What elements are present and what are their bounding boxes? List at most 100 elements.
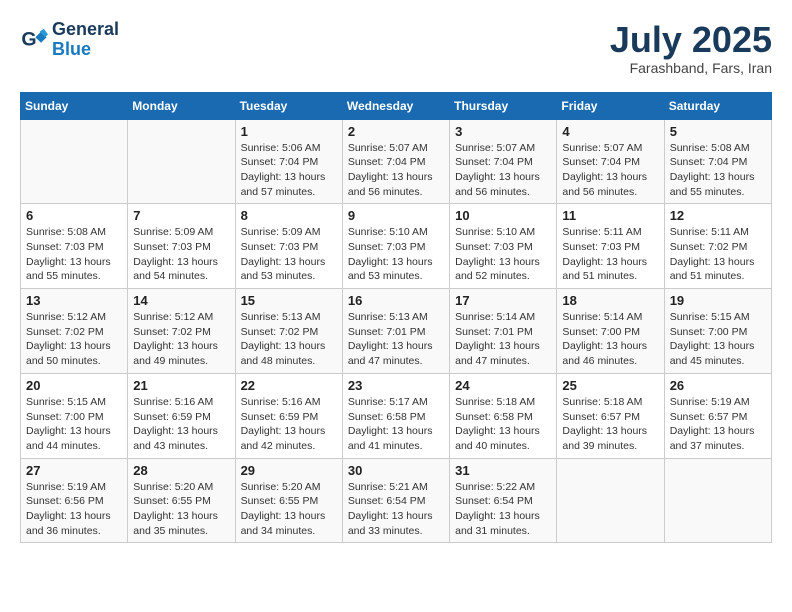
day-number: 30 (348, 463, 444, 478)
day-info: Sunrise: 5:17 AM Sunset: 6:58 PM Dayligh… (348, 395, 444, 454)
day-number: 7 (133, 208, 229, 223)
logo-icon: G (20, 26, 48, 54)
day-info: Sunrise: 5:19 AM Sunset: 6:56 PM Dayligh… (26, 480, 122, 539)
day-number: 29 (241, 463, 337, 478)
day-number: 15 (241, 293, 337, 308)
calendar-cell: 16 Sunrise: 5:13 AM Sunset: 7:01 PM Dayli… (342, 289, 449, 374)
day-number: 22 (241, 378, 337, 393)
day-info: Sunrise: 5:10 AM Sunset: 7:03 PM Dayligh… (455, 225, 551, 284)
day-info: Sunrise: 5:08 AM Sunset: 7:03 PM Dayligh… (26, 225, 122, 284)
calendar-cell (557, 458, 664, 543)
day-info: Sunrise: 5:12 AM Sunset: 7:02 PM Dayligh… (26, 310, 122, 369)
day-info: Sunrise: 5:13 AM Sunset: 7:02 PM Dayligh… (241, 310, 337, 369)
week-row-1: 1Sunrise: 5:06 AM Sunset: 7:04 PM Daylig… (21, 119, 772, 204)
calendar-cell: 1Sunrise: 5:06 AM Sunset: 7:04 PM Daylig… (235, 119, 342, 204)
logo-blue: Blue (52, 39, 91, 59)
day-info: Sunrise: 5:19 AM Sunset: 6:57 PM Dayligh… (670, 395, 766, 454)
day-number: 23 (348, 378, 444, 393)
calendar-cell: 30 Sunrise: 5:21 AM Sunset: 6:54 PM Dayli… (342, 458, 449, 543)
day-info: Sunrise: 5:22 AM Sunset: 6:54 PM Dayligh… (455, 480, 551, 539)
svg-text:G: G (21, 28, 36, 50)
page-header: G General Blue July 2025 Farashband, Far… (20, 20, 772, 76)
day-number: 26 (670, 378, 766, 393)
calendar-cell: 20 Sunrise: 5:15 AM Sunset: 7:00 PM Dayli… (21, 373, 128, 458)
calendar-cell: 24 Sunrise: 5:18 AM Sunset: 6:58 PM Dayli… (450, 373, 557, 458)
calendar-table: SundayMondayTuesdayWednesdayThursdayFrid… (20, 92, 772, 544)
header-thursday: Thursday (450, 92, 557, 119)
day-info: Sunrise: 5:20 AM Sunset: 6:55 PM Dayligh… (133, 480, 229, 539)
calendar-cell: 11 Sunrise: 5:11 AM Sunset: 7:03 PM Dayli… (557, 204, 664, 289)
week-row-4: 20 Sunrise: 5:15 AM Sunset: 7:00 PM Dayli… (21, 373, 772, 458)
calendar-cell: 2Sunrise: 5:07 AM Sunset: 7:04 PM Daylig… (342, 119, 449, 204)
day-info: Sunrise: 5:06 AM Sunset: 7:04 PM Dayligh… (241, 141, 337, 200)
calendar-cell: 17Sunrise: 5:14 AM Sunset: 7:01 PM Dayli… (450, 289, 557, 374)
day-number: 25 (562, 378, 658, 393)
day-number: 21 (133, 378, 229, 393)
day-number: 20 (26, 378, 122, 393)
calendar-cell: 8Sunrise: 5:09 AM Sunset: 7:03 PM Daylig… (235, 204, 342, 289)
day-info: Sunrise: 5:21 AM Sunset: 6:54 PM Dayligh… (348, 480, 444, 539)
day-number: 16 (348, 293, 444, 308)
day-info: Sunrise: 5:10 AM Sunset: 7:03 PM Dayligh… (348, 225, 444, 284)
day-number: 9 (348, 208, 444, 223)
day-info: Sunrise: 5:11 AM Sunset: 7:03 PM Dayligh… (562, 225, 658, 284)
calendar-cell: 3 Sunrise: 5:07 AM Sunset: 7:04 PM Daylig… (450, 119, 557, 204)
calendar-cell: 15 Sunrise: 5:13 AM Sunset: 7:02 PM Dayli… (235, 289, 342, 374)
calendar-cell: 31 Sunrise: 5:22 AM Sunset: 6:54 PM Dayli… (450, 458, 557, 543)
calendar-cell: 29 Sunrise: 5:20 AM Sunset: 6:55 PM Dayli… (235, 458, 342, 543)
day-number: 8 (241, 208, 337, 223)
header-monday: Monday (128, 92, 235, 119)
calendar-cell: 18 Sunrise: 5:14 AM Sunset: 7:00 PM Dayli… (557, 289, 664, 374)
calendar-cell (664, 458, 771, 543)
header-wednesday: Wednesday (342, 92, 449, 119)
day-number: 6 (26, 208, 122, 223)
calendar-cell: 12Sunrise: 5:11 AM Sunset: 7:02 PM Dayli… (664, 204, 771, 289)
calendar-cell (128, 119, 235, 204)
calendar-cell: 13 Sunrise: 5:12 AM Sunset: 7:02 PM Dayli… (21, 289, 128, 374)
calendar-cell: 9 Sunrise: 5:10 AM Sunset: 7:03 PM Daylig… (342, 204, 449, 289)
day-number: 24 (455, 378, 551, 393)
day-info: Sunrise: 5:16 AM Sunset: 6:59 PM Dayligh… (241, 395, 337, 454)
day-info: Sunrise: 5:20 AM Sunset: 6:55 PM Dayligh… (241, 480, 337, 539)
logo: G General Blue (20, 20, 119, 60)
day-info: Sunrise: 5:15 AM Sunset: 7:00 PM Dayligh… (670, 310, 766, 369)
day-number: 13 (26, 293, 122, 308)
week-row-5: 27 Sunrise: 5:19 AM Sunset: 6:56 PM Dayli… (21, 458, 772, 543)
header-friday: Friday (557, 92, 664, 119)
day-info: Sunrise: 5:18 AM Sunset: 6:58 PM Dayligh… (455, 395, 551, 454)
day-info: Sunrise: 5:13 AM Sunset: 7:01 PM Dayligh… (348, 310, 444, 369)
day-info: Sunrise: 5:14 AM Sunset: 7:00 PM Dayligh… (562, 310, 658, 369)
title-block: July 2025 Farashband, Fars, Iran (610, 20, 772, 76)
calendar-cell: 26 Sunrise: 5:19 AM Sunset: 6:57 PM Dayli… (664, 373, 771, 458)
day-info: Sunrise: 5:07 AM Sunset: 7:04 PM Dayligh… (455, 141, 551, 200)
calendar-cell: 28 Sunrise: 5:20 AM Sunset: 6:55 PM Dayli… (128, 458, 235, 543)
location: Farashband, Fars, Iran (610, 60, 772, 76)
day-info: Sunrise: 5:12 AM Sunset: 7:02 PM Dayligh… (133, 310, 229, 369)
day-number: 10 (455, 208, 551, 223)
day-info: Sunrise: 5:09 AM Sunset: 7:03 PM Dayligh… (133, 225, 229, 284)
day-info: Sunrise: 5:14 AM Sunset: 7:01 PM Dayligh… (455, 310, 551, 369)
day-number: 27 (26, 463, 122, 478)
day-number: 18 (562, 293, 658, 308)
day-number: 12 (670, 208, 766, 223)
calendar-cell: 7 Sunrise: 5:09 AM Sunset: 7:03 PM Daylig… (128, 204, 235, 289)
day-number: 11 (562, 208, 658, 223)
calendar-cell (21, 119, 128, 204)
calendar-cell: 21Sunrise: 5:16 AM Sunset: 6:59 PM Dayli… (128, 373, 235, 458)
month-title: July 2025 (610, 20, 772, 60)
day-info: Sunrise: 5:07 AM Sunset: 7:04 PM Dayligh… (348, 141, 444, 200)
week-row-2: 6 Sunrise: 5:08 AM Sunset: 7:03 PM Daylig… (21, 204, 772, 289)
calendar-cell: 10 Sunrise: 5:10 AM Sunset: 7:03 PM Dayli… (450, 204, 557, 289)
day-number: 31 (455, 463, 551, 478)
calendar-cell: 19 Sunrise: 5:15 AM Sunset: 7:00 PM Dayli… (664, 289, 771, 374)
day-number: 5 (670, 124, 766, 139)
day-info: Sunrise: 5:15 AM Sunset: 7:00 PM Dayligh… (26, 395, 122, 454)
calendar-cell: 25Sunrise: 5:18 AM Sunset: 6:57 PM Dayli… (557, 373, 664, 458)
calendar-cell: 27 Sunrise: 5:19 AM Sunset: 6:56 PM Dayli… (21, 458, 128, 543)
header-row: SundayMondayTuesdayWednesdayThursdayFrid… (21, 92, 772, 119)
day-number: 28 (133, 463, 229, 478)
day-number: 19 (670, 293, 766, 308)
calendar-cell: 4Sunrise: 5:07 AM Sunset: 7:04 PM Daylig… (557, 119, 664, 204)
calendar-cell: 6 Sunrise: 5:08 AM Sunset: 7:03 PM Daylig… (21, 204, 128, 289)
day-number: 3 (455, 124, 551, 139)
